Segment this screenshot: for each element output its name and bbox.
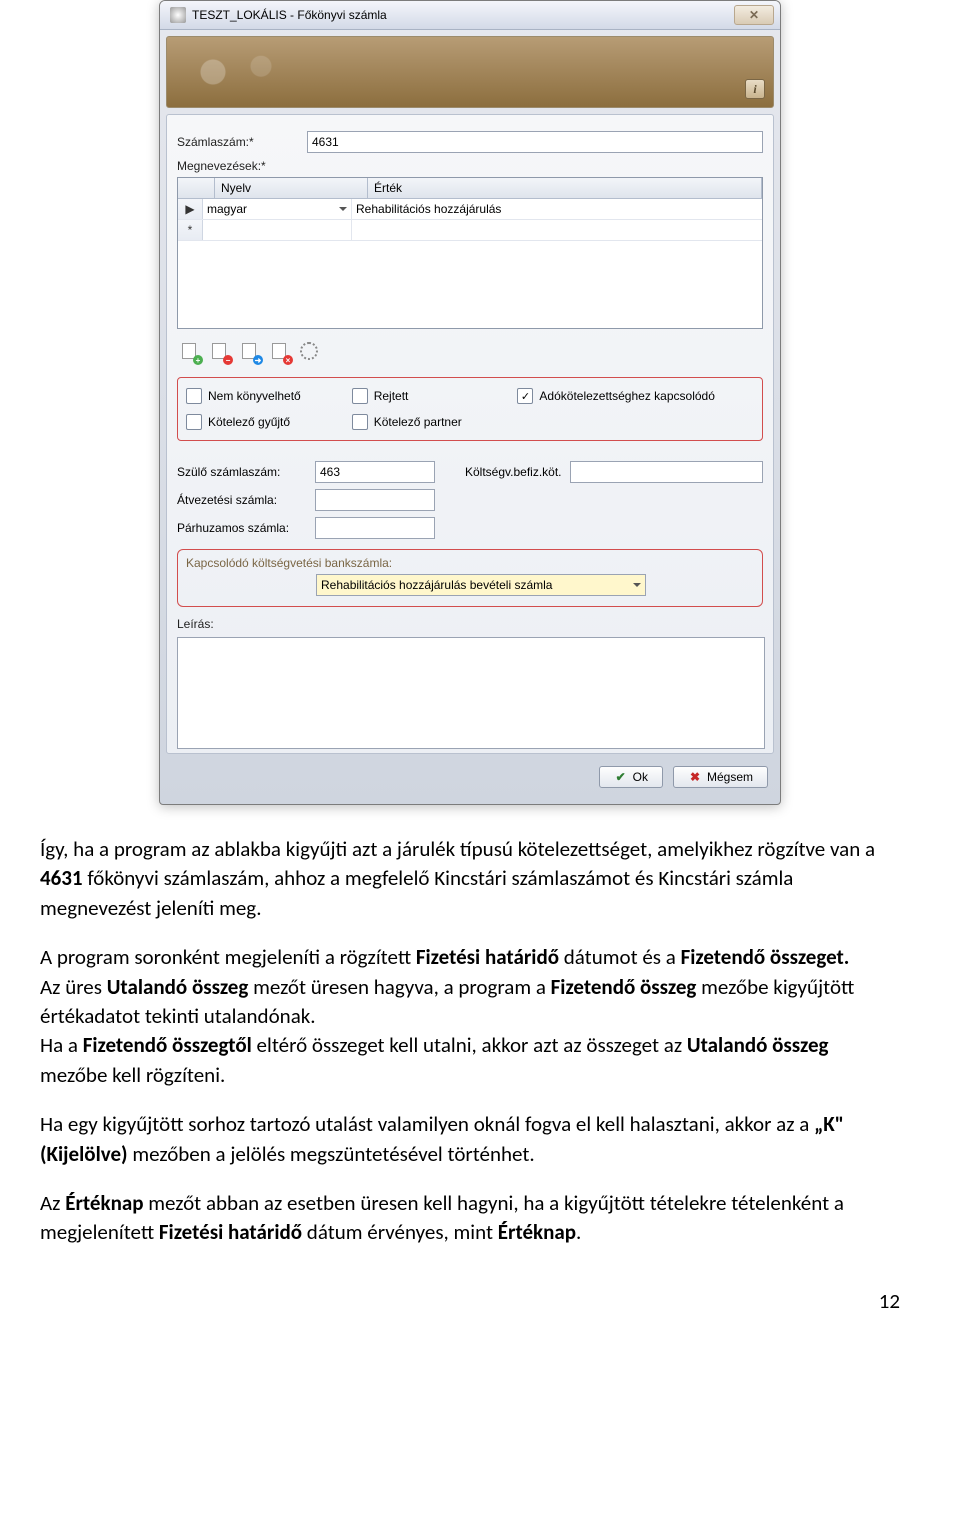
chevron-down-icon[interactable] [339, 207, 347, 211]
chevron-down-icon[interactable] [633, 583, 641, 587]
chk-nem-konyvelheto[interactable]: Nem könyvelhető [186, 388, 344, 404]
chk-adokotelezettseg[interactable]: Adókötelezettséghez kapcsolódó [517, 388, 754, 404]
paragraph: Az Értéknap mezőt abban az esetben ürese… [40, 1189, 900, 1248]
grid-row-new[interactable]: * [178, 220, 762, 241]
grid-toolbar: + − ➜ × [177, 337, 763, 365]
checkbox-checked-icon [517, 388, 533, 404]
paragraph: Így, ha a program az ablakba kigyűjti az… [40, 835, 900, 923]
check-icon: ✔ [614, 770, 628, 784]
col-ertek[interactable]: Érték [368, 178, 762, 198]
window-title: TESZT_LOKÁLIS - Főkönyvi számla [192, 8, 387, 22]
checkbox-icon [352, 414, 368, 430]
doc-add-button[interactable]: + [177, 339, 201, 363]
arrow-icon: ➜ [253, 355, 263, 365]
info-icon: i [753, 82, 756, 97]
flags-group: Nem könyvelhető Rejtett Adókötelezettség… [177, 377, 763, 441]
atvezetesi-label: Átvezetési számla: [177, 493, 307, 507]
checkbox-icon [352, 388, 368, 404]
cell-nyelv[interactable]: magyar [203, 199, 352, 219]
plus-icon: + [193, 355, 203, 365]
chk-rejtett[interactable]: Rejtett [352, 388, 510, 404]
chk-kotelezo-gyujto[interactable]: Kötelező gyűjtő [186, 414, 344, 430]
atvezetesi-input[interactable] [315, 489, 435, 511]
ok-button[interactable]: ✔ Ok [599, 766, 663, 788]
col-nyelv[interactable]: Nyelv [215, 178, 368, 198]
info-button[interactable]: i [745, 79, 765, 99]
koltseg-label: Költségv.befiz.köt. [465, 465, 562, 479]
app-window: TESZT_LOKÁLIS - Főkönyvi számla ✕ i Szám… [159, 0, 781, 805]
dialog-footer: ✔ Ok ✖ Mégsem [166, 760, 774, 798]
x-icon: × [283, 355, 293, 365]
row-marker-new: * [178, 220, 203, 240]
leiras-textarea[interactable] [177, 637, 765, 749]
form-body: Számlaszám:* Megnevezések:* Nyelv Érték … [166, 114, 774, 754]
close-icon: ✕ [749, 8, 759, 22]
x-icon: ✖ [688, 770, 702, 784]
close-button[interactable]: ✕ [734, 5, 774, 25]
titlebar: TESZT_LOKÁLIS - Főkönyvi számla ✕ [160, 1, 780, 30]
cancel-button[interactable]: ✖ Mégsem [673, 766, 768, 788]
paragraph: A program soronként megjeleníti a rögzít… [40, 943, 900, 1090]
megnevezesek-label: Megnevezések:* [177, 159, 307, 173]
banner-graphic [177, 43, 297, 101]
cell-ertek[interactable]: Rehabilitációs hozzájárulás [352, 202, 762, 216]
checkbox-icon [186, 414, 202, 430]
leiras-label: Leírás: [177, 617, 237, 631]
szamlaszam-label: Számlaszám:* [177, 135, 307, 149]
parhuzamos-label: Párhuzamos számla: [177, 521, 307, 535]
paragraph: Ha egy kigyűjtött sorhoz tartozó utalást… [40, 1110, 900, 1169]
doc-remove-button[interactable]: × [267, 339, 291, 363]
page-number: 12 [40, 1288, 900, 1314]
header-banner: i [166, 36, 774, 108]
szamlaszam-input[interactable] [307, 131, 763, 153]
szulo-input[interactable] [315, 461, 435, 483]
settings-button[interactable] [297, 339, 321, 363]
grid-row[interactable]: ▶ magyar Rehabilitációs hozzájárulás [178, 199, 762, 220]
gear-icon [300, 342, 318, 360]
koltseg-input[interactable] [570, 461, 764, 483]
kapcsolodo-label: Kapcsolódó költségvetési bankszámla: [186, 556, 754, 570]
names-grid[interactable]: Nyelv Érték ▶ magyar Rehabilitációs hozz… [177, 177, 763, 329]
doc-refresh-button[interactable]: ➜ [237, 339, 261, 363]
doc-delete-button[interactable]: − [207, 339, 231, 363]
checkbox-icon [186, 388, 202, 404]
document-body: Így, ha a program az ablakba kigyűjti az… [40, 835, 900, 1248]
szulo-label: Szülő számlaszám: [177, 465, 307, 479]
kapcsolodo-combo[interactable]: Rehabilitációs hozzájárulás bevételi szá… [316, 574, 646, 596]
grid-header: Nyelv Érték [178, 178, 762, 199]
minus-icon: − [223, 355, 233, 365]
kapcsolodo-group: Kapcsolódó költségvetési bankszámla: Reh… [177, 549, 763, 607]
chk-kotelezo-partner[interactable]: Kötelező partner [352, 414, 754, 430]
app-icon [170, 7, 186, 23]
row-marker-current: ▶ [178, 199, 203, 219]
parhuzamos-input[interactable] [315, 517, 435, 539]
